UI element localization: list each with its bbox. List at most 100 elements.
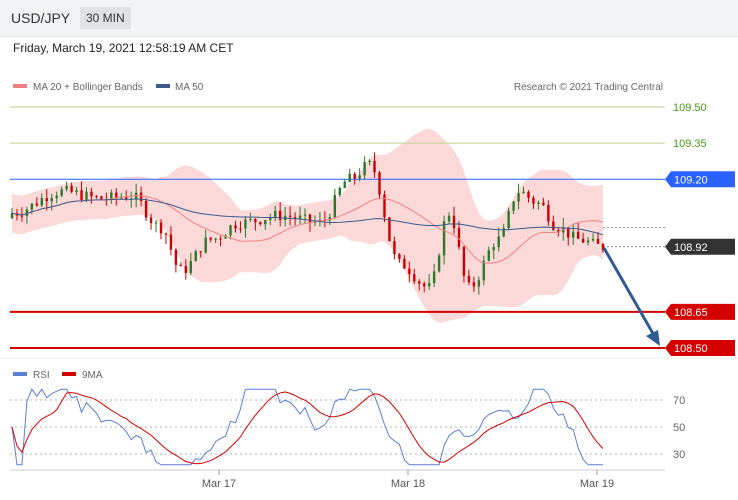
candle-body — [10, 213, 14, 218]
candle-body — [477, 280, 481, 287]
candle-body — [55, 195, 58, 198]
candle-body — [214, 238, 217, 240]
candle-body — [522, 191, 525, 194]
forecast-arrow-shaft — [602, 247, 657, 338]
candle-body — [338, 188, 341, 196]
candle-body — [512, 201, 515, 211]
main-chart-area: 109.50 109.35 109.20 108.92 108.65 108.50 — [10, 102, 735, 356]
candle-body — [298, 215, 302, 219]
candle-body — [244, 219, 247, 229]
candle-body — [343, 181, 346, 189]
bollinger-bands — [12, 128, 603, 323]
candle-body — [452, 215, 456, 229]
ma9-swatch — [62, 372, 76, 376]
candle-body — [581, 238, 585, 243]
candle-body — [229, 225, 232, 236]
candle-body — [219, 238, 222, 240]
candle-body — [308, 214, 312, 223]
main-legend: MA 20 + Bollinger Bands MA 50 Research ©… — [13, 82, 663, 93]
candle-body — [487, 250, 490, 261]
candle-body — [199, 251, 202, 253]
candle-body — [537, 202, 540, 204]
candle-body — [154, 222, 158, 224]
candle-body — [462, 246, 466, 276]
ma9-line — [11, 391, 604, 465]
candle-body — [45, 198, 48, 202]
candle-body — [418, 281, 421, 284]
candle-body — [378, 172, 381, 195]
candle-body — [348, 173, 351, 182]
candle-body — [423, 283, 426, 287]
candle-body — [60, 189, 63, 196]
candle-body — [144, 201, 148, 218]
level-label-108.65: 108.65 — [674, 307, 708, 319]
candle-body — [596, 238, 600, 244]
candle-body — [517, 193, 520, 202]
candle-body — [278, 210, 282, 221]
candle-body — [591, 238, 595, 241]
candle-body — [567, 227, 570, 238]
ma20-swatch — [13, 84, 27, 88]
candle-body — [115, 192, 118, 198]
candle-body — [249, 219, 252, 221]
candle-body — [95, 196, 98, 198]
candle-body — [552, 221, 555, 230]
candle-body — [353, 173, 356, 179]
candle-body — [179, 264, 183, 267]
rsi-legend: RSI 9MA — [13, 370, 103, 381]
candle-body — [100, 196, 103, 200]
candle-body — [303, 214, 307, 216]
candle-body — [169, 234, 173, 250]
candle-body — [80, 190, 83, 201]
research-credit: Research © 2021 Trading Central — [514, 82, 663, 93]
level-label-109.35: 109.35 — [673, 138, 707, 150]
candle-body — [373, 160, 376, 173]
price-chart: MA 20 + Bollinger Bands MA 50 Research ©… — [0, 82, 738, 490]
x-tick-label: Mar 19 — [580, 478, 614, 490]
candle-body — [547, 204, 550, 222]
candle-body — [234, 225, 237, 229]
candle-body — [259, 222, 262, 225]
candle-body — [174, 249, 178, 265]
candle-body — [358, 175, 361, 179]
candle-body — [472, 282, 476, 287]
rsi-tick-70: 70 — [673, 395, 685, 407]
ma20-label: MA 20 + Bollinger Bands — [33, 82, 143, 93]
candle-body — [572, 231, 575, 238]
level-label-109.20: 109.20 — [674, 174, 708, 186]
candle-body — [492, 247, 495, 251]
candle-body — [403, 258, 406, 269]
candle-body — [482, 260, 486, 281]
candle-body — [189, 261, 192, 273]
x-axis-ticks: Mar 17 Mar 18 Mar 19 — [202, 470, 614, 490]
candle-body — [288, 215, 292, 218]
candle-body — [40, 198, 43, 206]
candle-body — [413, 274, 416, 282]
candle-body — [209, 237, 212, 240]
candle-body — [50, 197, 53, 202]
candle-body — [398, 254, 401, 259]
candle-body — [457, 228, 461, 247]
candle-body — [164, 233, 168, 235]
candle-body — [159, 222, 163, 234]
candle-body — [139, 192, 143, 202]
candle-body — [388, 217, 391, 241]
ma50-swatch — [156, 84, 170, 88]
candle-body — [274, 210, 277, 218]
level-label-108.50: 108.50 — [674, 343, 708, 355]
candle-body — [149, 217, 153, 224]
candle-body — [467, 275, 471, 283]
candle-body — [333, 195, 337, 218]
candle-body — [497, 236, 500, 248]
ma50-label: MA 50 — [175, 82, 204, 93]
candle-body — [427, 283, 431, 287]
candle-body — [65, 185, 68, 190]
rsi-label: RSI — [33, 370, 50, 381]
rsi-swatch — [13, 372, 27, 376]
rsi-tick-30: 30 — [673, 449, 685, 461]
x-tick-label: Mar 18 — [391, 478, 425, 490]
candle-body — [184, 266, 188, 273]
rsi-tick-50: 50 — [673, 422, 685, 434]
candle-body — [576, 231, 580, 239]
candle-body — [393, 240, 396, 255]
